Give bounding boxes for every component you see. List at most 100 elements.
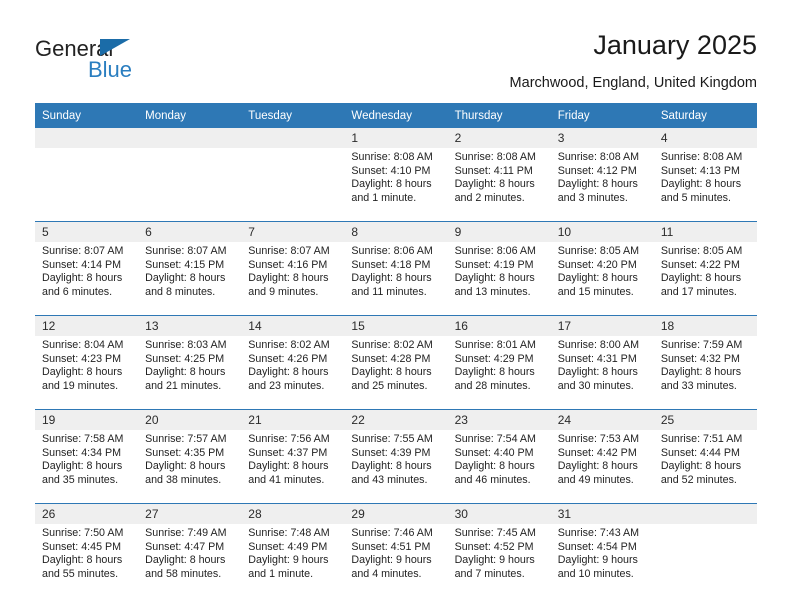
day-cell-empty [138, 148, 242, 222]
day-number[interactable]: 31 [550, 503, 654, 524]
daylight-text: Daylight: 8 hours [42, 554, 123, 567]
day-number[interactable]: 5 [35, 221, 139, 242]
day-number[interactable]: 3 [550, 128, 654, 148]
sunset-text: Sunset: 4:35 PM [145, 446, 225, 459]
day-number[interactable]: 30 [447, 503, 551, 524]
daylight-text: Daylight: 8 hours [351, 272, 432, 285]
day-number[interactable]: 23 [447, 409, 551, 430]
day-number[interactable]: 12 [35, 315, 139, 336]
day-cell-details[interactable]: Sunrise: 8:07 AM Sunset: 4:16 PM Daylight:… [241, 242, 345, 316]
page-subtitle: Marchwood, England, United Kingdom [509, 75, 757, 91]
day-number[interactable]: 13 [138, 315, 242, 336]
sunset-text: Sunset: 4:54 PM [557, 540, 637, 553]
day-number[interactable]: 17 [550, 315, 654, 336]
daylight-text: Daylight: 8 hours [351, 460, 432, 473]
day-cell-details[interactable]: Sunrise: 7:43 AM Sunset: 4:54 PM Daylight:… [550, 524, 654, 597]
day-cell-details[interactable]: Sunrise: 8:08 AM Sunset: 4:12 PM Daylight:… [550, 148, 654, 222]
day-cell-details[interactable]: Sunrise: 8:07 AM Sunset: 4:15 PM Daylight:… [138, 242, 242, 316]
calendar-page: General Blue January 2025 Marchwood, Eng… [0, 0, 792, 612]
day-number[interactable]: 7 [241, 221, 345, 242]
day-number[interactable]: 9 [447, 221, 551, 242]
day-number[interactable]: 19 [35, 409, 139, 430]
calendar-week-detail-row: Sunrise: 8:08 AM Sunset: 4:10 PM Daylight:… [35, 148, 757, 222]
day-cell-details[interactable]: Sunrise: 8:02 AM Sunset: 4:26 PM Daylight:… [241, 336, 345, 410]
day-cell-details[interactable]: Sunrise: 7:54 AM Sunset: 4:40 PM Daylight:… [447, 430, 551, 504]
page-header: General Blue January 2025 Marchwood, Eng… [35, 30, 757, 98]
day-cell-details[interactable]: Sunrise: 8:00 AM Sunset: 4:31 PM Daylight:… [550, 336, 654, 410]
day-cell-details[interactable]: Sunrise: 8:05 AM Sunset: 4:20 PM Daylight:… [550, 242, 654, 316]
day-number[interactable]: 26 [35, 503, 139, 524]
day-cell-details[interactable]: Sunrise: 7:57 AM Sunset: 4:35 PM Daylight:… [138, 430, 242, 504]
day-cell-details[interactable]: Sunrise: 7:46 AM Sunset: 4:51 PM Daylight:… [344, 524, 448, 597]
sunrise-text: Sunrise: 8:04 AM [42, 339, 124, 351]
day-number[interactable]: 22 [344, 409, 448, 430]
calendar-grid: Sunday Monday Tuesday Wednesday Thursday… [35, 103, 757, 597]
daylight-text-cont: and 28 minutes. [454, 379, 531, 392]
sunrise-text: Sunrise: 8:08 AM [557, 151, 640, 163]
daylight-text: Daylight: 8 hours [248, 272, 329, 285]
day-cell-details[interactable]: Sunrise: 7:51 AM Sunset: 4:44 PM Daylight:… [653, 430, 757, 504]
day-cell-details[interactable]: Sunrise: 7:45 AM Sunset: 4:52 PM Daylight:… [447, 524, 551, 597]
day-cell-details[interactable]: Sunrise: 8:01 AM Sunset: 4:29 PM Daylight:… [447, 336, 551, 410]
day-number[interactable]: 25 [653, 409, 757, 430]
day-cell-details[interactable]: Sunrise: 7:48 AM Sunset: 4:49 PM Daylight:… [241, 524, 345, 597]
day-number[interactable]: 1 [344, 128, 448, 148]
day-cell-details[interactable]: Sunrise: 8:08 AM Sunset: 4:11 PM Daylight:… [447, 148, 551, 222]
day-number[interactable]: 14 [241, 315, 345, 336]
day-cell-details[interactable]: Sunrise: 7:59 AM Sunset: 4:32 PM Daylight:… [653, 336, 757, 410]
daylight-text: Daylight: 8 hours [660, 178, 742, 191]
day-cell-details[interactable]: Sunrise: 7:50 AM Sunset: 4:45 PM Daylight:… [35, 524, 139, 597]
daylight-text-cont: and 8 minutes. [145, 285, 216, 298]
day-number[interactable]: 2 [447, 128, 551, 148]
daylight-text: Daylight: 8 hours [145, 272, 226, 285]
sunset-text: Sunset: 4:44 PM [660, 446, 740, 459]
day-cell-empty [653, 524, 757, 597]
day-cell-details[interactable]: Sunrise: 7:56 AM Sunset: 4:37 PM Daylight:… [241, 430, 345, 504]
daylight-text: Daylight: 9 hours [351, 554, 432, 567]
day-number[interactable]: 16 [447, 315, 551, 336]
day-number[interactable]: 28 [241, 503, 345, 524]
sunset-text: Sunset: 4:39 PM [351, 446, 431, 459]
day-number[interactable]: 6 [138, 221, 242, 242]
day-cell-details[interactable]: Sunrise: 7:49 AM Sunset: 4:47 PM Daylight:… [138, 524, 242, 597]
brand-logo[interactable]: General Blue [35, 36, 225, 94]
daylight-text: Daylight: 8 hours [454, 460, 535, 473]
day-cell-details[interactable]: Sunrise: 8:08 AM Sunset: 4:13 PM Daylight:… [653, 148, 757, 222]
day-cell-details[interactable]: Sunrise: 8:06 AM Sunset: 4:19 PM Daylight:… [447, 242, 551, 316]
sunrise-text: Sunrise: 8:07 AM [42, 245, 124, 257]
sunrise-text: Sunrise: 7:48 AM [248, 527, 330, 539]
calendar-week-detail-row: Sunrise: 8:04 AM Sunset: 4:23 PM Daylight:… [35, 336, 757, 410]
day-number[interactable]: 20 [138, 409, 242, 430]
day-number[interactable]: 24 [550, 409, 654, 430]
day-cell-details[interactable]: Sunrise: 7:53 AM Sunset: 4:42 PM Daylight:… [550, 430, 654, 504]
day-number[interactable]: 4 [653, 128, 757, 148]
daylight-text: Daylight: 8 hours [248, 366, 329, 379]
daylight-text-cont: and 1 minute. [351, 191, 417, 204]
day-number[interactable]: 27 [138, 503, 242, 524]
day-cell-details[interactable]: Sunrise: 8:04 AM Sunset: 4:23 PM Daylight:… [35, 336, 139, 410]
day-cell-details[interactable]: Sunrise: 8:02 AM Sunset: 4:28 PM Daylight:… [344, 336, 448, 410]
day-cell-details[interactable]: Sunrise: 8:07 AM Sunset: 4:14 PM Daylight:… [35, 242, 139, 316]
sunrise-text: Sunrise: 8:08 AM [351, 151, 433, 163]
day-cell-details[interactable]: Sunrise: 8:06 AM Sunset: 4:18 PM Daylight:… [344, 242, 448, 316]
sunrise-text: Sunrise: 8:06 AM [351, 245, 433, 257]
day-cell-details[interactable]: Sunrise: 7:55 AM Sunset: 4:39 PM Daylight:… [344, 430, 448, 504]
day-cell-details[interactable]: Sunrise: 8:03 AM Sunset: 4:25 PM Daylight:… [138, 336, 242, 410]
day-cell-details[interactable]: Sunrise: 8:08 AM Sunset: 4:10 PM Daylight:… [344, 148, 448, 222]
day-number[interactable]: 11 [653, 221, 757, 242]
day-number[interactable]: 8 [344, 221, 448, 242]
day-number[interactable]: 29 [344, 503, 448, 524]
day-cell-details[interactable]: Sunrise: 8:05 AM Sunset: 4:22 PM Daylight:… [653, 242, 757, 316]
daylight-text: Daylight: 8 hours [454, 178, 535, 191]
day-number[interactable]: 15 [344, 315, 448, 336]
day-cell-details[interactable]: Sunrise: 7:58 AM Sunset: 4:34 PM Daylight:… [35, 430, 139, 504]
sunrise-text: Sunrise: 8:08 AM [454, 151, 536, 163]
daylight-text: Daylight: 8 hours [557, 366, 638, 379]
sunrise-text: Sunrise: 8:07 AM [145, 245, 227, 257]
day-number[interactable]: 10 [550, 221, 654, 242]
day-number[interactable]: 18 [653, 315, 757, 336]
daylight-text-cont: and 15 minutes. [557, 285, 634, 298]
daylight-text: Daylight: 8 hours [42, 366, 123, 379]
day-number[interactable]: 21 [241, 409, 345, 430]
sunset-text: Sunset: 4:13 PM [660, 164, 740, 177]
